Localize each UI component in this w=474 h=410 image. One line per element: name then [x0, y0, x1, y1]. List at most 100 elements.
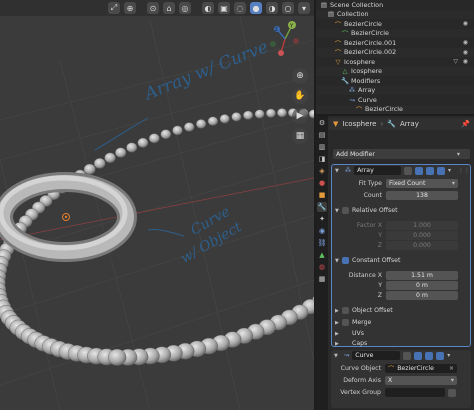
distance-z-field[interactable]: 0 m — [386, 291, 458, 300]
factor-x-field[interactable]: 1.000 — [386, 221, 458, 230]
object-offset-checkbox[interactable] — [342, 307, 349, 314]
merge-checkbox[interactable] — [342, 319, 349, 326]
filter-icon[interactable]: ▽ — [453, 58, 458, 65]
render-toggle-icon[interactable] — [437, 166, 445, 175]
xray-icon[interactable]: ▣ — [218, 2, 230, 14]
invert-toggle-icon[interactable] — [448, 388, 456, 397]
hand-icon[interactable]: ✋ — [292, 88, 308, 104]
3d-viewport[interactable]: Y Z ⤢ ⊕ ⊙ ⌂ ◎ ◐ ▣ ◌ ● ◑ ○ ▾ ⊕ ✋ ▶ ▦ Arra… — [0, 0, 314, 410]
count-field[interactable]: 138 — [386, 191, 458, 200]
camera-icon[interactable]: ▶ — [292, 108, 308, 124]
vertex-group-field[interactable] — [385, 388, 445, 397]
visibility-eye-icon[interactable]: ◉ — [463, 39, 468, 46]
grid-icon[interactable]: ▦ — [292, 128, 308, 144]
curve-name-field[interactable]: Curve — [352, 351, 401, 360]
edit-mode-toggle-icon[interactable] — [404, 166, 413, 175]
relative-offset-header[interactable]: ▼ Relative Offset — [335, 207, 398, 214]
outliner-row[interactable]: ▤ Collection — [316, 9, 474, 19]
factor-z-field[interactable]: 0.000 — [386, 241, 458, 250]
tool-tab-icon[interactable]: ⚙ — [317, 118, 327, 128]
outliner-row[interactable]: ⌒ BezierCircle ◉ — [316, 19, 474, 29]
edit-mode-toggle-icon[interactable] — [403, 351, 412, 360]
caps-header[interactable]: ▶ Caps — [335, 340, 367, 347]
pin-icon[interactable]: 📌 — [461, 120, 470, 128]
render-toggle-icon[interactable] — [436, 351, 445, 360]
menu-dropdown-icon[interactable]: ▾ — [448, 167, 451, 174]
constant-offset-header[interactable]: ▼ Constant Offset — [335, 257, 400, 264]
array-name-field[interactable]: Array — [354, 166, 402, 175]
collapse-icon[interactable]: ▼ — [335, 168, 342, 174]
merge-header[interactable]: ▶ Merge — [335, 319, 371, 326]
overlay-icon[interactable]: ◐ — [202, 2, 214, 14]
add-modifier-button[interactable]: Add Modifier ▾ — [333, 149, 470, 159]
deform-axis-select[interactable]: X ▾ — [385, 376, 457, 385]
visibility-eye-icon[interactable]: ◉ — [463, 58, 468, 65]
cage-toggle-icon[interactable] — [414, 351, 423, 360]
fit-type-select[interactable]: Fixed Count ▾ — [386, 179, 458, 188]
distance-y-field[interactable]: 0 m — [386, 281, 458, 290]
constant-offset-checkbox[interactable] — [342, 257, 349, 264]
object-offset-header[interactable]: ▶ Object Offset — [335, 307, 393, 314]
outliner-row[interactable]: ▤ Scene Collection — [316, 0, 474, 10]
dropdown-icon[interactable]: ▾ — [298, 2, 310, 14]
shading-render-icon[interactable]: ○ — [282, 2, 294, 14]
collapse-icon[interactable]: ▼ — [335, 258, 342, 264]
visibility-eye-icon[interactable]: ◉ — [463, 20, 468, 27]
curve-header[interactable]: ▼ ↝ Curve ▾ — [331, 350, 471, 361]
drag-handle-icon[interactable]: ⋮⋮ — [458, 167, 470, 174]
modifier-tab-icon[interactable]: 🔧 — [317, 202, 327, 212]
viewport-toggle-icon[interactable] — [426, 166, 435, 175]
collapse-icon[interactable]: ▼ — [335, 208, 342, 214]
outliner-row[interactable]: ↝ Curve — [316, 95, 474, 105]
relative-offset-checkbox[interactable] — [342, 207, 349, 214]
proportional-icon[interactable]: ◎ — [179, 2, 191, 14]
particles-tab-icon[interactable]: ✦ — [317, 214, 327, 224]
clear-icon[interactable]: × — [449, 365, 454, 372]
cage-toggle-icon[interactable] — [415, 166, 424, 175]
outliner-row[interactable]: ⌒ BezierCircle — [316, 28, 474, 38]
shading-material-icon[interactable]: ◑ — [266, 2, 278, 14]
pivot-icon[interactable]: ⊙ — [147, 2, 159, 14]
factor-y-field[interactable]: 0.000 — [386, 231, 458, 240]
viewport-scene[interactable]: Y Z — [0, 0, 314, 410]
uvs-header[interactable]: ▶ UVs — [335, 330, 364, 337]
cursor-icon[interactable]: ⤢ — [108, 2, 120, 14]
shading-solid-icon[interactable]: ● — [250, 2, 262, 14]
expand-icon[interactable]: ▶ — [335, 341, 342, 347]
data-tab-icon[interactable]: ▲ — [317, 250, 327, 260]
global-icon[interactable]: ⊕ — [124, 2, 136, 14]
collection-icon: ▤ — [320, 0, 328, 9]
menu-dropdown-icon[interactable]: ▾ — [447, 352, 450, 359]
distance-x-field[interactable]: 1.51 m — [386, 271, 458, 280]
world-tab-icon[interactable]: ● — [317, 178, 327, 188]
view-layer-tab-icon[interactable]: ◨ — [317, 154, 327, 164]
physics-tab-icon[interactable]: ◉ — [317, 226, 327, 236]
scene-tab-icon[interactable]: ◈ — [317, 166, 327, 176]
outliner-row[interactable]: △ Icosphere — [316, 66, 474, 76]
shading-wire-icon[interactable]: ◌ — [234, 2, 246, 14]
outliner-row[interactable]: ⌒ BezierCircle.001 ◉ — [316, 38, 474, 48]
visibility-eye-icon[interactable]: ◉ — [463, 49, 468, 56]
array-header[interactable]: ▼ ⁂ Array ▾ ⋮⋮ — [332, 165, 470, 176]
outliner-row[interactable]: ⌒ BezierCircle — [316, 104, 474, 114]
texture-tab-icon[interactable]: ▦ — [317, 274, 327, 284]
viewport-toggle-icon[interactable] — [425, 351, 434, 360]
expand-icon[interactable]: ▶ — [335, 331, 342, 337]
outliner-row[interactable]: ⌒ BezierCircle.002 ◉ — [316, 47, 474, 57]
object-tab-icon[interactable]: ■ — [317, 190, 327, 200]
snap-icon[interactable]: ⌂ — [163, 2, 175, 14]
array-icon: ⁂ — [348, 86, 356, 95]
expand-icon[interactable]: ▶ — [335, 320, 342, 326]
zoom-icon[interactable]: ⊕ — [292, 68, 308, 84]
curve-object-field[interactable]: ⌒ BezierCircle × — [385, 364, 457, 373]
expand-icon[interactable]: ▶ — [335, 308, 342, 314]
outliner-row[interactable]: ⁂ Array — [316, 85, 474, 95]
output-tab-icon[interactable]: ▥ — [317, 142, 327, 152]
properties-breadcrumb: ▼ Icosphere › 🔧 Array 📌 — [329, 118, 474, 130]
material-tab-icon[interactable]: ◍ — [317, 262, 327, 272]
collapse-icon[interactable]: ▼ — [334, 353, 341, 359]
outliner-row[interactable]: 🔧 Modifiers — [316, 76, 474, 86]
render-tab-icon[interactable]: ▤ — [317, 130, 327, 140]
outliner-row[interactable]: ▽ Icosphere ◉ ▽ — [316, 57, 474, 67]
constraints-tab-icon[interactable]: ⛓ — [317, 238, 327, 248]
